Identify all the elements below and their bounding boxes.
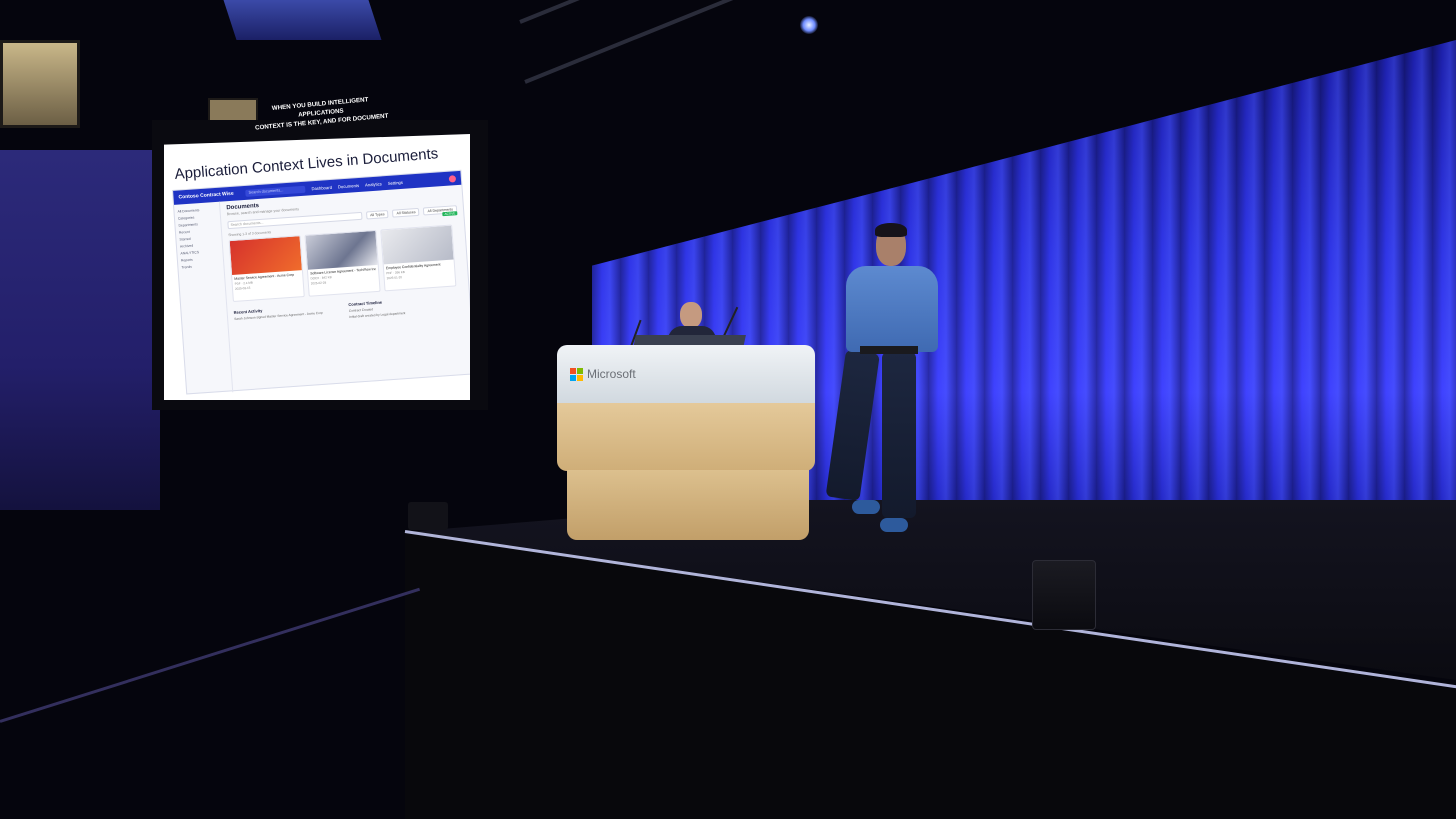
podium-lower-wood bbox=[567, 470, 809, 540]
document-card[interactable]: Master Service Agreement - Acme Corp PDF… bbox=[228, 235, 305, 303]
seated-presenter-head bbox=[680, 302, 702, 328]
app-brand: Contoso Contract Wise bbox=[178, 190, 234, 201]
nav-dashboard[interactable]: Dashboard bbox=[311, 184, 332, 190]
left-wall bbox=[0, 150, 160, 510]
app-window: Contoso Contract Wise Search documents..… bbox=[172, 169, 470, 396]
speaker-shoe bbox=[852, 500, 880, 514]
ceiling-window bbox=[0, 40, 80, 128]
card-thumbnail bbox=[305, 230, 378, 270]
avatar[interactable] bbox=[448, 174, 457, 183]
logo-square-green bbox=[577, 367, 583, 374]
recent-activity-panel: Recent Activity Sarah Johnson signed Mas… bbox=[234, 303, 340, 327]
filter-types[interactable]: All Types bbox=[365, 209, 389, 220]
document-card[interactable]: Software License Agreement - TechFlow In… bbox=[304, 229, 381, 297]
filter-statuses[interactable]: All Statuses bbox=[392, 207, 420, 218]
speaker-hair bbox=[875, 223, 907, 237]
contract-timeline-panel: Contract Timeline Contract Created Initi… bbox=[348, 295, 454, 319]
logo-square-yellow bbox=[577, 374, 583, 381]
speaker-shoe bbox=[880, 518, 908, 532]
podium-logo: Microsoft bbox=[570, 367, 636, 381]
nav-documents[interactable]: Documents bbox=[338, 182, 359, 188]
status-badge: ACTIVE bbox=[442, 211, 458, 217]
projection-screen: Application Context Lives in Documents C… bbox=[164, 134, 470, 400]
floor-edge-line bbox=[0, 587, 421, 723]
app-main: Documents Browse, search and manage your… bbox=[220, 185, 470, 392]
podium-brand-text: Microsoft bbox=[587, 367, 636, 381]
nav-settings[interactable]: Settings bbox=[388, 179, 403, 185]
speaker-right-leg bbox=[882, 352, 916, 518]
app-body: All Documents Categories Departments Rec… bbox=[174, 185, 470, 396]
app-search-input[interactable]: Search documents... bbox=[245, 185, 306, 197]
speaker-belt bbox=[860, 346, 918, 354]
document-cards: Master Service Agreement - Acme Corp PDF… bbox=[228, 224, 463, 303]
card-thumbnail bbox=[229, 236, 302, 276]
lighting-truss-lower bbox=[524, 0, 740, 84]
document-card[interactable]: Employee Confidentiality Agreement PDF ·… bbox=[380, 224, 457, 292]
spotlight bbox=[800, 16, 818, 34]
speaker-torso bbox=[846, 266, 938, 352]
logo-square-blue bbox=[570, 374, 576, 381]
sidebar-item-trends[interactable]: Trends bbox=[181, 262, 220, 272]
ceiling-light-panel bbox=[223, 0, 382, 40]
nav-analytics[interactable]: Analytics bbox=[365, 181, 382, 187]
microsoft-logo-icon bbox=[570, 367, 583, 381]
podium-upper-wood bbox=[557, 403, 815, 471]
stage-monitor-left bbox=[408, 502, 448, 530]
card-thumbnail bbox=[381, 225, 454, 265]
stage-monitor-speaker bbox=[1032, 560, 1096, 630]
logo-square-red bbox=[570, 367, 576, 374]
